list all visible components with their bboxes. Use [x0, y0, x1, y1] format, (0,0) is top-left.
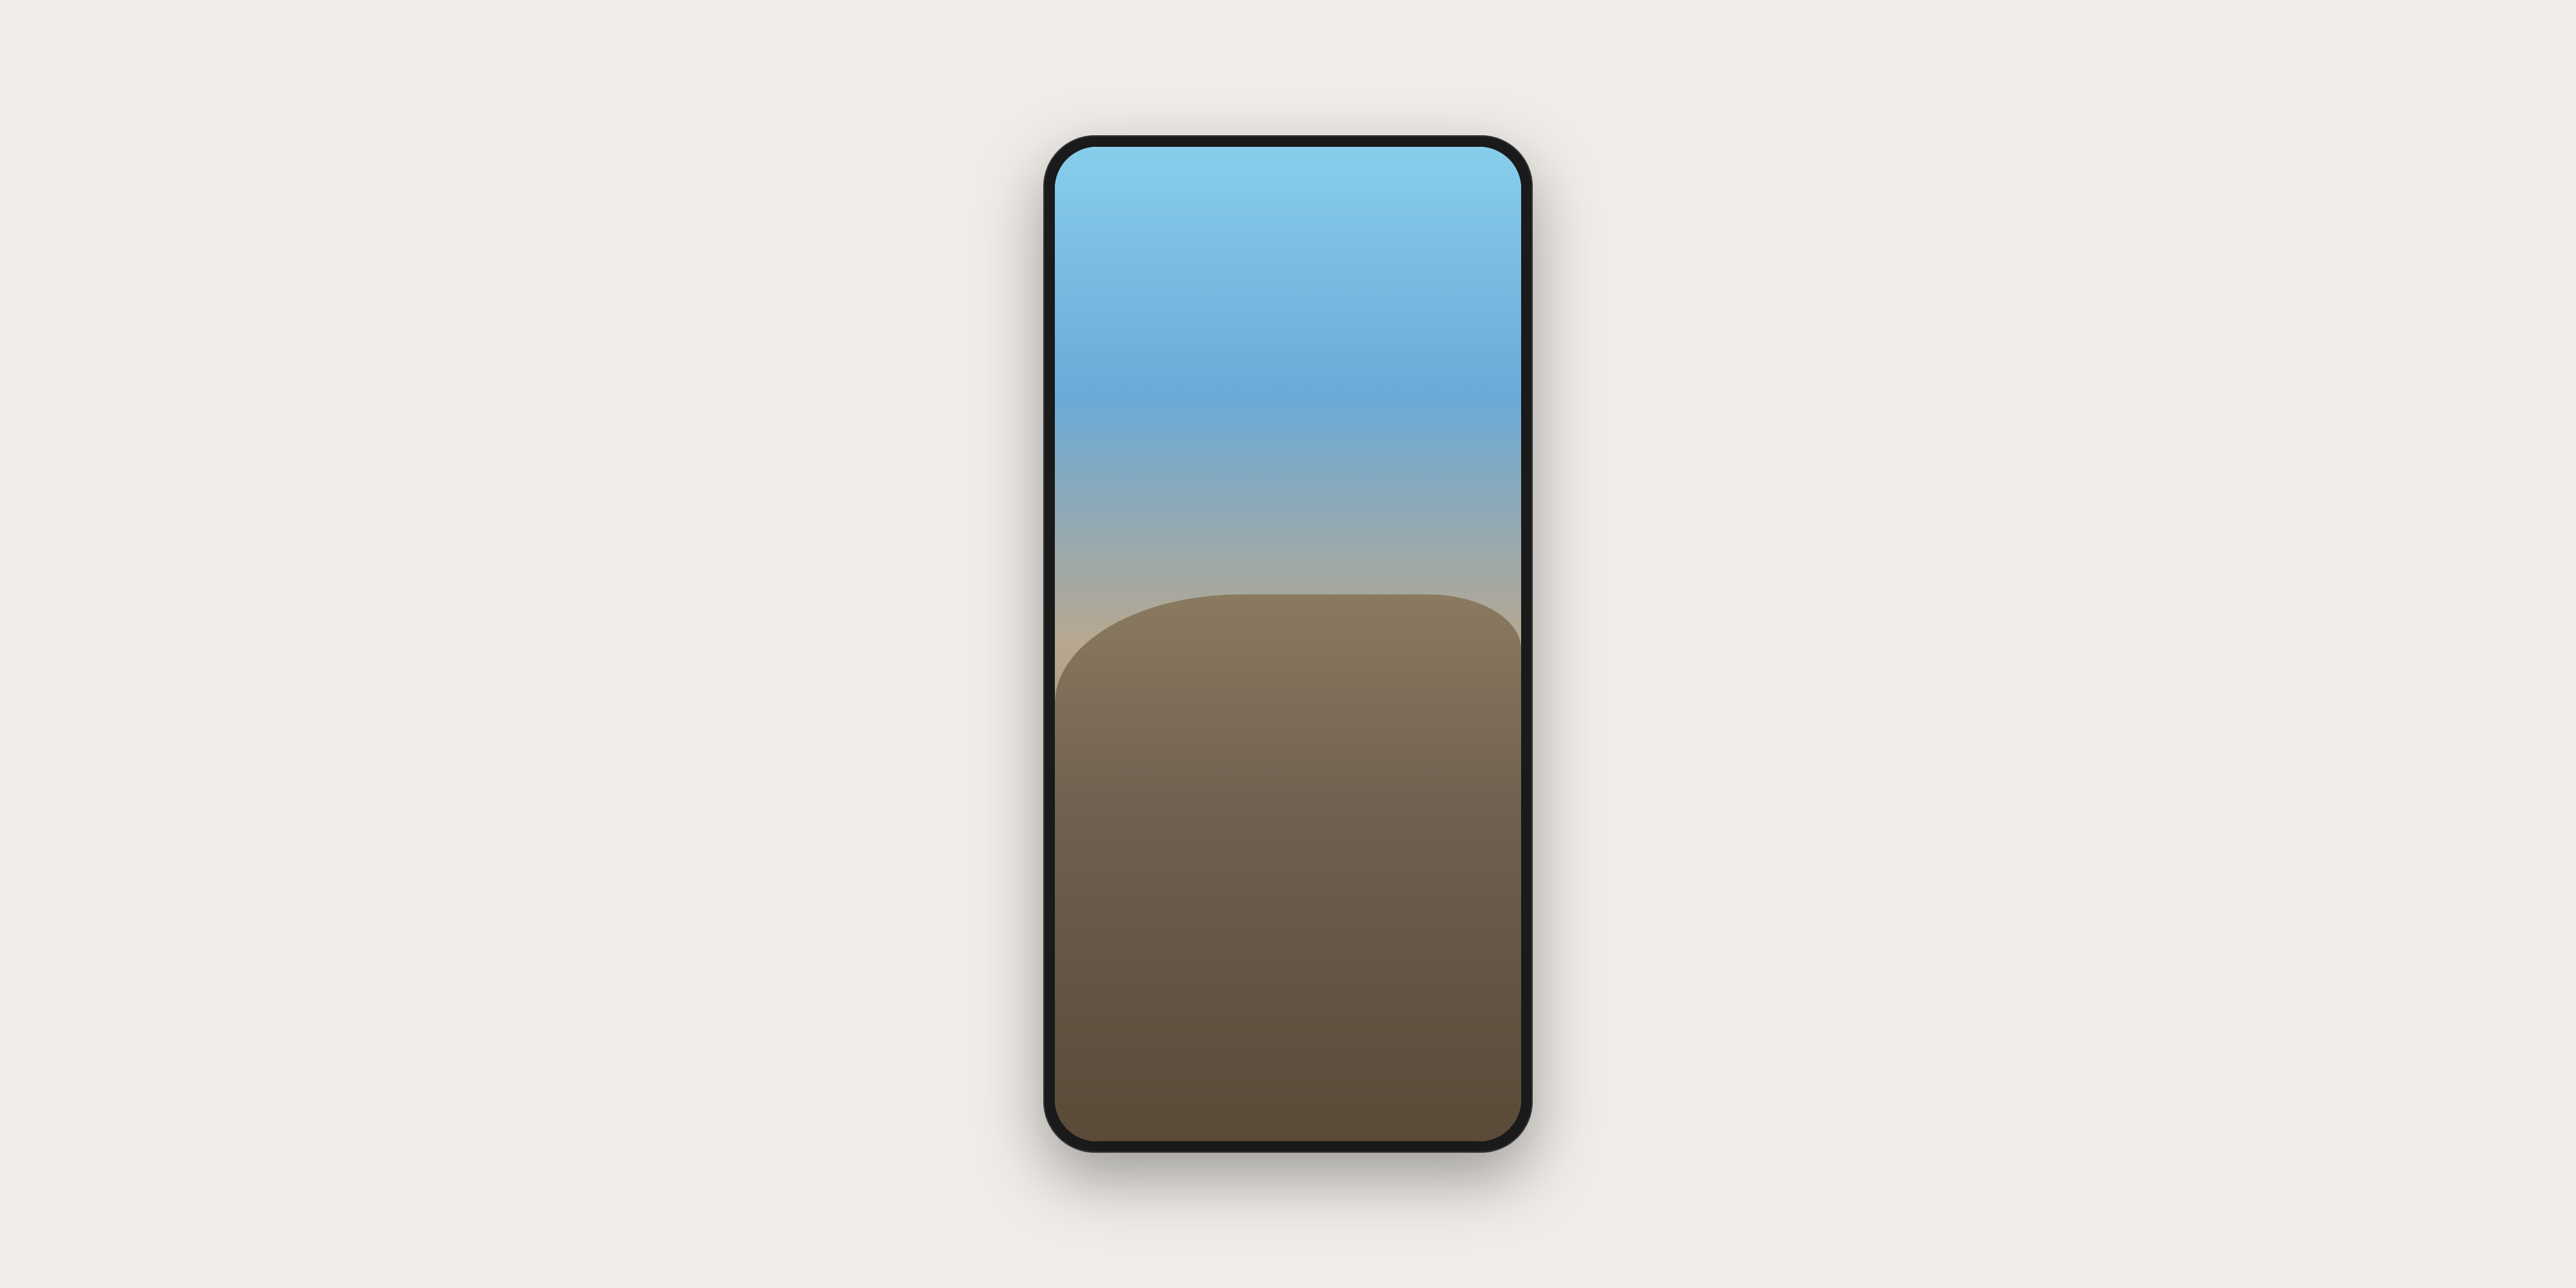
album-landscape[interactable]	[1293, 810, 1508, 1030]
album-landscape-thumb	[1293, 810, 1508, 1025]
albums-grid: ☆ Favorites	[1068, 318, 1508, 1043]
content-area: + New album Most recent photo	[1055, 282, 1521, 1057]
landscape-photo	[1293, 810, 1508, 1025]
phone-screen: 12:30 ▾	[1055, 147, 1521, 1141]
phone-frame: 12:30 ▾	[1043, 135, 1533, 1153]
